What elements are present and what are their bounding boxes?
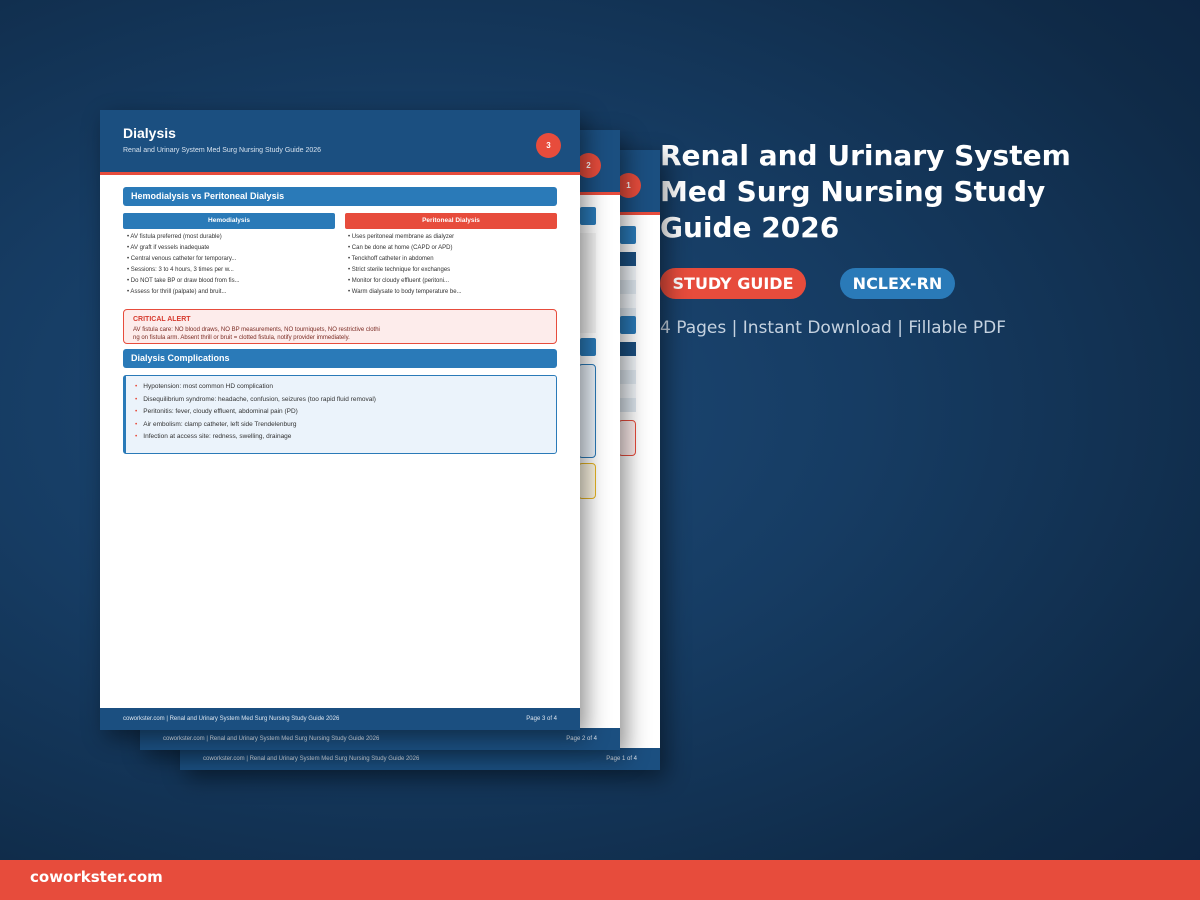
page-footer: coworkster.com | Renal and Urinary Syste… — [100, 708, 580, 730]
info-box — [578, 364, 596, 458]
list-item: • Assess for thrill (palpate) and bruit.… — [127, 289, 227, 295]
product-meta: 4 Pages | Instant Download | Fillable PD… — [660, 318, 1007, 338]
critical-alert-box: CRITICAL ALERT AV fistula care: NO blood… — [123, 309, 557, 344]
section-bar — [620, 226, 636, 244]
list-item: • Central venous catheter for temporary.… — [127, 256, 237, 262]
page-header: Dialysis Renal and Urinary System Med Su… — [100, 110, 580, 175]
tip-box — [578, 463, 596, 499]
nclex-rn-badge: NCLEX-RN — [840, 268, 955, 299]
list-item: • Disequilibrium syndrome: headache, conf… — [135, 395, 376, 403]
table-row — [620, 294, 636, 308]
bullet-icon: • — [135, 408, 138, 416]
complications-list: • Hypotension: most common HD complicatio… — [135, 381, 376, 444]
footer-text: coworkster.com | Renal and Urinary Syste… — [123, 716, 340, 722]
bullet-icon: • — [135, 383, 138, 390]
section-header: Dialysis Complications — [123, 349, 557, 368]
list-item: • Air embolism: clamp catheter, left side… — [135, 420, 297, 428]
footer-page-label: Page 2 of 4 — [566, 736, 597, 742]
list-item: • Peritonitis: fever, cloudy effluent, ab… — [135, 408, 298, 416]
section-header: Hemodialysis vs Peritoneal Dialysis — [123, 187, 557, 206]
page-subtitle: Renal and Urinary System Med Surg Nursin… — [123, 147, 322, 154]
bullet-icon: • — [135, 420, 138, 428]
study-guide-badge: STUDY GUIDE — [660, 268, 806, 299]
column-header-peritoneal: Peritoneal Dialysis — [345, 213, 557, 229]
list-item: • Sessions: 3 to 4 hours, 3 times per w.… — [127, 267, 234, 273]
complications-box: • Hypotension: most common HD complicatio… — [123, 375, 557, 454]
table-row — [620, 398, 636, 412]
brand-footer: coworkster.com — [0, 860, 1200, 900]
table-block — [580, 233, 596, 333]
footer-page-label: Page 1 of 4 — [606, 756, 637, 762]
preview-page-3: Dialysis Renal and Urinary System Med Su… — [100, 110, 580, 730]
alert-title: CRITICAL ALERT — [133, 316, 191, 323]
table-header — [620, 252, 636, 266]
table-header — [620, 342, 636, 356]
column-header-hemodialysis: Hemodialysis — [123, 213, 335, 229]
list-item: • Strict sterile technique for exchanges — [348, 267, 451, 273]
page-number-badge: 3 — [536, 133, 561, 158]
product-title: Renal and Urinary System Med Surg Nursin… — [660, 139, 1071, 244]
list-item: • Do NOT take BP or draw blood from fis.… — [127, 278, 240, 284]
footer-page-label: Page 3 of 4 — [526, 716, 557, 722]
list-item: • Infection at access site: redness, swel… — [135, 433, 292, 441]
footer-text: coworkster.com | Renal and Urinary Syste… — [163, 736, 380, 742]
list-item: • Monitor for cloudy effluent (peritoni.… — [348, 278, 450, 284]
table-row — [620, 384, 636, 398]
list-item: • Can be done at home (CAPD or APD) — [348, 245, 453, 251]
alert-box — [618, 420, 636, 456]
page-footer: coworkster.com | Renal and Urinary Syste… — [180, 748, 660, 770]
list-item: • AV graft if vessels inadequate — [127, 245, 210, 251]
table-row — [620, 370, 636, 384]
page-title: Dialysis — [123, 125, 176, 141]
bullet-icon: • — [135, 395, 138, 403]
list-item: • Warm dialysate to body temperature be.… — [348, 289, 462, 295]
table-row — [620, 356, 636, 370]
alert-text: ng on fistula arm. Absent thrill or brui… — [133, 335, 350, 341]
list-item: • Hypotension: most common HD complicatio… — [135, 383, 273, 390]
table-row — [620, 280, 636, 294]
alert-text: AV fistula care: NO blood draws, NO BP m… — [133, 327, 380, 333]
section-bar — [620, 316, 636, 334]
table-row — [620, 266, 636, 280]
list-item: • Uses peritoneal membrane as dialyzer — [348, 234, 455, 240]
footer-text: coworkster.com | Renal and Urinary Syste… — [203, 756, 420, 762]
section-bar — [580, 338, 596, 356]
list-item: • Tenckhoff catheter in abdomen — [348, 256, 434, 262]
peritoneal-list: • Uses peritoneal membrane as dialyzer •… — [348, 232, 462, 298]
site-name: coworkster.com — [30, 868, 163, 886]
bullet-icon: • — [135, 433, 138, 441]
section-bar — [580, 207, 596, 225]
page-footer: coworkster.com | Renal and Urinary Syste… — [140, 728, 620, 750]
list-item: • AV fistula preferred (most durable) — [127, 234, 222, 240]
hemodialysis-list: • AV fistula preferred (most durable) • … — [127, 232, 240, 298]
